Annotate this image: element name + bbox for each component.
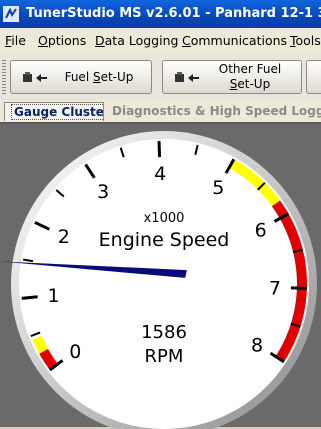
gauge-panel: 0 1 2 3 4 5 6 7 8 x1000 Engine Speed 1586 RPM <box>0 122 321 427</box>
toolbar: Fuel Set-Up Other FuelSet-Up <box>0 54 321 101</box>
tick-label: 5 <box>212 177 224 199</box>
menu-file[interactable]: File <box>5 28 26 54</box>
tick-label: 3 <box>97 181 109 203</box>
tick-label: 1 <box>48 285 60 307</box>
tick-label: 7 <box>269 277 281 299</box>
next-toolbar-button[interactable] <box>306 60 321 94</box>
other-fuel-setup-label: Other FuelSet-Up <box>203 61 297 93</box>
window-title: TunerStudio MS v2.6.01 - Panhard 12-1 3.… <box>26 0 321 28</box>
gauge-units: RPM <box>145 346 184 367</box>
title-bar: TunerStudio MS v2.6.01 - Panhard 12-1 3.… <box>0 0 321 28</box>
tab-gauge-cluster[interactable]: Gauge Cluster <box>4 102 104 121</box>
tab-strip: Gauge Cluster Diagnostics & High Speed L… <box>0 100 321 122</box>
fuel-setup-label: Fuel Set-Up <box>51 61 147 93</box>
menu-options[interactable]: Options <box>38 28 86 54</box>
engine-speed-gauge: 0 1 2 3 4 5 6 7 8 x1000 Engine Speed 1586 RPM <box>0 124 321 429</box>
tab-diagnostics[interactable]: Diagnostics & High Speed Loggers <box>106 102 321 121</box>
toolbar-grip[interactable] <box>2 60 6 94</box>
menu-data-logging[interactable]: Data Logging <box>95 28 178 54</box>
tick-label: 2 <box>58 226 70 248</box>
tick-label: 0 <box>69 341 81 363</box>
menu-bar: File Options Data Logging Communications… <box>0 28 321 54</box>
other-fuel-setup-button[interactable]: Other FuelSet-Up <box>162 60 302 94</box>
gauge-value: 1586 <box>141 322 187 343</box>
menu-tools[interactable]: Tools <box>290 28 321 54</box>
tick-label: 6 <box>255 219 267 241</box>
app-icon <box>3 6 19 22</box>
major-tick <box>159 141 160 157</box>
gauge-title: Engine Speed <box>99 229 230 251</box>
engine-icon <box>171 72 203 84</box>
tick-label: 8 <box>251 334 263 356</box>
engine-icon <box>19 72 51 84</box>
tick-label: 4 <box>154 163 166 185</box>
fuel-setup-button[interactable]: Fuel Set-Up <box>10 60 152 94</box>
menu-communications[interactable]: Communications <box>182 28 287 54</box>
gauge-multiplier: x1000 <box>144 211 185 226</box>
major-tick <box>22 297 38 299</box>
